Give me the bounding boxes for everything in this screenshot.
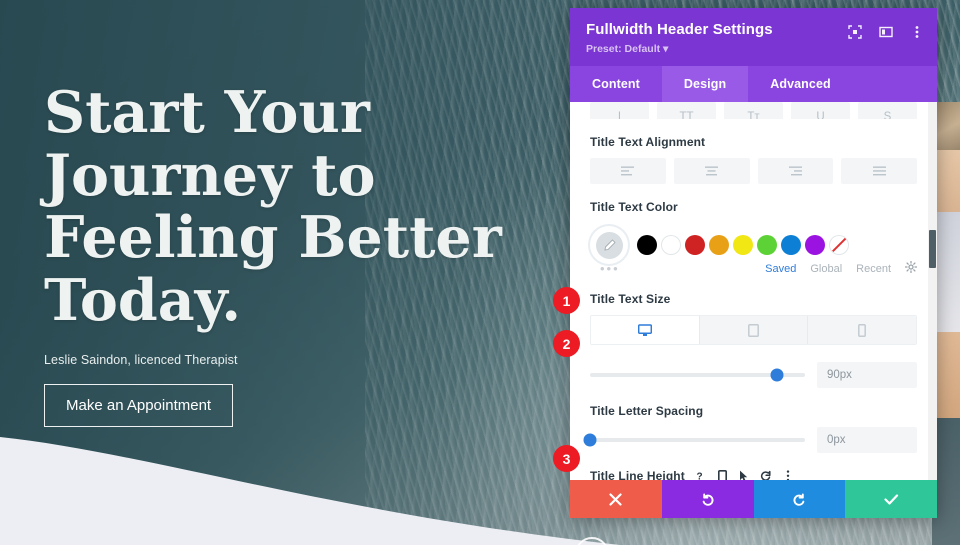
swatch-white[interactable] xyxy=(661,235,681,255)
align-left-icon[interactable] xyxy=(590,158,666,184)
align-center-icon[interactable] xyxy=(673,158,750,184)
strikethrough-icon[interactable]: S xyxy=(858,102,917,119)
tab-advanced[interactable]: Advanced xyxy=(748,66,853,102)
step-badge-2: 2 xyxy=(553,330,580,357)
undo-button[interactable] xyxy=(661,480,754,518)
device-tab-tablet[interactable] xyxy=(699,316,809,344)
reset-icon[interactable] xyxy=(760,470,773,480)
save-button[interactable] xyxy=(845,480,937,518)
device-tab-phone[interactable] xyxy=(808,316,916,344)
eyedropper-icon[interactable] xyxy=(590,226,628,264)
color-global-link[interactable]: Global xyxy=(810,263,842,275)
swatch-yellow[interactable] xyxy=(733,235,753,255)
text-format-row: I TT Tт U S xyxy=(590,102,917,119)
title-letter-spacing-slider-thumb[interactable] xyxy=(583,433,597,447)
cancel-button[interactable] xyxy=(570,480,662,518)
text-size-device-tabs xyxy=(590,315,917,345)
color-meta-row: ••• Saved Global Recent xyxy=(590,260,918,276)
redo-button[interactable] xyxy=(753,480,846,518)
title-letter-spacing-slider[interactable] xyxy=(583,433,805,447)
title-text-alignment-options xyxy=(590,158,917,184)
more-options-icon[interactable] xyxy=(782,470,795,480)
modal-header: Fullwidth Header Settings Preset: Defaul… xyxy=(570,8,937,66)
modal-header-icons xyxy=(847,24,925,40)
step-badge-1: 1 xyxy=(553,287,580,314)
hero-content: Start Your Journey to Feeling Better Tod… xyxy=(44,79,544,427)
step-badge-3: 3 xyxy=(553,445,580,472)
preset-selector[interactable]: Preset: Default ▾ xyxy=(586,43,921,55)
fullscreen-icon[interactable] xyxy=(847,24,863,40)
smallcaps-icon[interactable]: Tт xyxy=(724,102,783,119)
swatch-purple[interactable] xyxy=(805,235,825,255)
align-right-icon[interactable] xyxy=(757,158,834,184)
swatch-green[interactable] xyxy=(757,235,777,255)
more-options-icon[interactable] xyxy=(909,24,925,40)
modal-action-bar xyxy=(570,480,937,518)
swatch-none[interactable] xyxy=(829,235,849,255)
swatch-orange[interactable] xyxy=(709,235,729,255)
title-text-size-slider-row xyxy=(590,362,917,388)
hover-cursor-icon[interactable] xyxy=(738,470,751,480)
title-text-color-label: Title Text Color xyxy=(590,200,678,214)
layout-toggle-icon[interactable] xyxy=(878,24,894,40)
title-text-size-slider-thumb[interactable] xyxy=(770,368,784,382)
modal-body: I TT Tт U S Title Text Alignment Title T… xyxy=(570,102,937,480)
page-title: Start Your Journey to Feeling Better Tod… xyxy=(44,79,502,335)
tab-design[interactable]: Design xyxy=(661,66,749,102)
uppercase-icon[interactable]: TT xyxy=(657,102,716,119)
title-letter-spacing-slider-row xyxy=(583,427,917,453)
align-justify-icon[interactable] xyxy=(841,158,917,184)
title-letter-spacing-label: Title Letter Spacing xyxy=(590,404,704,418)
panel-scrollbar-thumb[interactable] xyxy=(929,230,936,268)
eyedropper-inner xyxy=(595,231,623,259)
color-recent-link[interactable]: Recent xyxy=(856,263,891,275)
color-more-icon[interactable]: ••• xyxy=(590,261,620,276)
title-line-height-label: Title Line Height xyxy=(590,469,685,480)
title-text-size-input[interactable] xyxy=(817,362,917,388)
gear-icon[interactable] xyxy=(904,260,918,276)
preset-label: Preset: Default xyxy=(586,43,661,55)
modal-tabs: Content Design Advanced xyxy=(570,66,937,102)
underline-icon[interactable]: U xyxy=(791,102,850,119)
chevron-down-icon: ▾ xyxy=(663,43,669,55)
fullwidth-header-settings-modal: Fullwidth Header Settings Preset: Defaul… xyxy=(570,8,937,518)
svg-text:?: ? xyxy=(696,472,702,481)
swatch-blue[interactable] xyxy=(781,235,801,255)
help-icon[interactable]: ? xyxy=(694,470,707,481)
title-text-size-slider[interactable] xyxy=(590,368,805,382)
title-text-size-label: Title Text Size xyxy=(590,292,671,306)
italic-icon[interactable]: I xyxy=(590,102,649,119)
hero-subtitle: Leslie Saindon, licenced Therapist xyxy=(44,352,238,367)
color-saved-link[interactable]: Saved xyxy=(765,263,796,275)
responsive-icon[interactable] xyxy=(716,470,729,480)
tab-content[interactable]: Content xyxy=(570,66,662,102)
title-text-alignment-label: Title Text Alignment xyxy=(590,135,706,149)
swatch-black[interactable] xyxy=(637,235,657,255)
title-letter-spacing-input[interactable] xyxy=(817,427,917,453)
make-appointment-button[interactable]: Make an Appointment xyxy=(44,383,234,427)
panel-scrollbar-track[interactable] xyxy=(928,102,937,480)
swatch-red[interactable] xyxy=(685,235,705,255)
title-line-height-label-row: Title Line Height ? xyxy=(590,469,917,480)
device-tab-desktop[interactable] xyxy=(591,316,700,344)
